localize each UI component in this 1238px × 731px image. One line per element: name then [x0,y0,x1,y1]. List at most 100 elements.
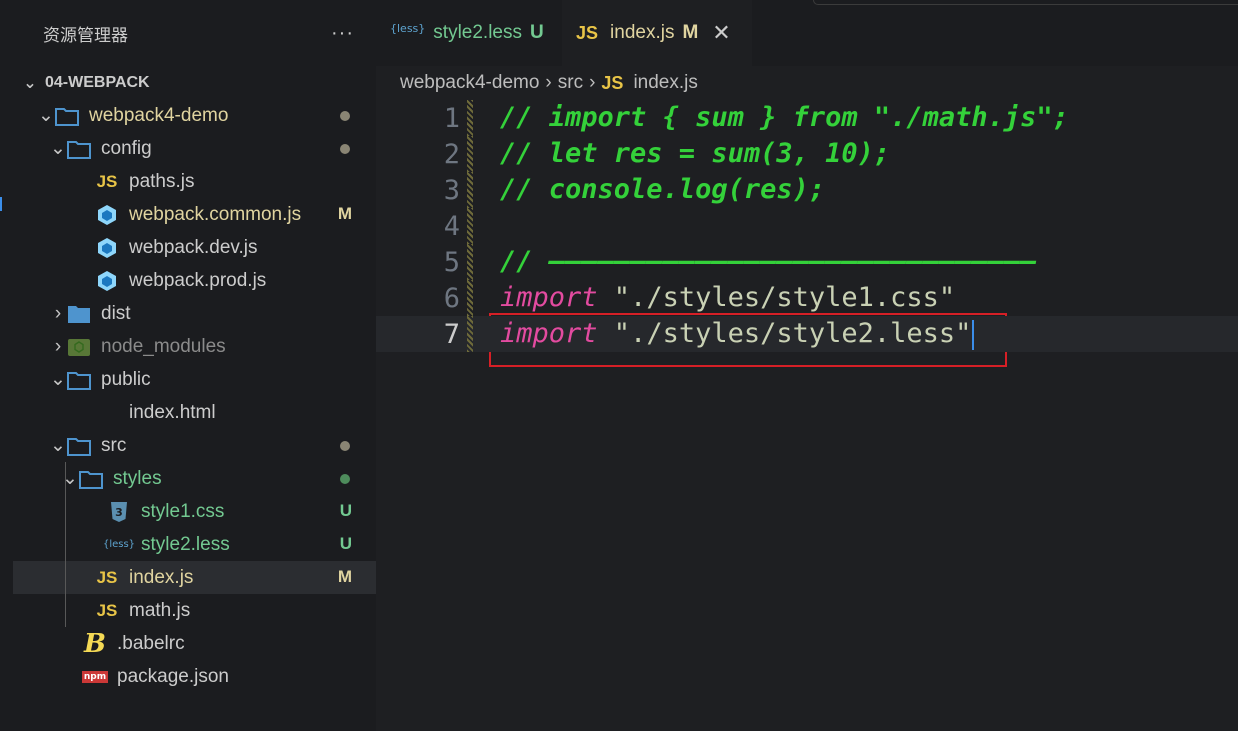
explorer-root[interactable]: ⌄ 04-WEBPACK [13,66,376,99]
npm-icon: npm [81,670,109,683]
tree-item[interactable]: ⌄ src [13,429,376,462]
tree-item[interactable]: webpack.common.js M [13,198,376,231]
line-content: // import { sum } from "./math.js"; [500,100,1069,136]
folder-icon [55,105,79,127]
tree-item[interactable]: ⌄ config [13,132,376,165]
line-number: 7 [443,318,460,350]
tree-item[interactable]: webpack.prod.js [13,264,376,297]
modified-dot [340,144,350,154]
file-tree: ⌄ 04-WEBPACK ⌄ webpack4-demo ⌄ config JS paths.… [13,66,376,693]
text-cursor [972,319,975,350]
string-token: "./styles/style1.css" [597,282,956,313]
comment-token: // import { sum } from "./math.js"; [500,102,1069,133]
js-icon: JS [601,72,624,93]
code-line[interactable]: 2 // let res = sum(3, 10); [376,136,1238,172]
close-icon[interactable]: ✕ [712,20,730,46]
webpack-icon [95,270,119,292]
line-number: 5 [443,246,460,278]
css-icon: 3 [107,501,131,523]
js-icon: JS [96,567,118,587]
comment-token: // console.log(res); [500,174,826,205]
tree-item-label: index.js [129,566,194,588]
status-badge: M [337,204,352,223]
more-actions-icon[interactable]: ··· [331,22,354,45]
folder-icon [67,369,91,391]
gutter-change-marker [467,172,473,208]
tree-item[interactable]: ⌄ styles [13,462,376,495]
chevron-right-icon: › [545,72,552,93]
tree-item-label: paths.js [129,170,195,192]
comment-token: // —————————————————————————————— [500,246,1037,277]
explorer-sidebar: 资源管理器 ··· ⌄ 04-WEBPACK ⌄ webpack4-demo ⌄ conf… [13,0,376,731]
code-editor[interactable]: 1 // import { sum } from "./math.js"; 2 // … [376,100,1238,367]
tree-item[interactable]: › node_modules [13,330,376,363]
chevron-down-icon: ⌄ [62,468,78,489]
chevron-down-icon: ⌄ [50,138,66,159]
line-number: 6 [443,282,460,314]
tab-status-badge: M [682,22,699,43]
line-number: 3 [443,174,460,206]
breadcrumb-item[interactable]: webpack4-demo [400,72,539,94]
node-folder-icon [67,336,91,358]
js-icon: JS [576,22,599,43]
code-line[interactable]: 4 [376,208,1238,244]
tree-item-label: node_modules [101,335,226,357]
tree-item-label: styles [113,467,162,489]
tree-item[interactable]: JS paths.js [13,165,376,198]
chevron-right-icon: › [54,302,62,324]
folder-icon [67,435,91,457]
tree-item[interactable]: 3 style1.css U [13,495,376,528]
tree-item-label: webpack.common.js [129,203,302,225]
html-icon [95,402,119,424]
tab-bar: {less} style2.less U JS index.js M ✕ [376,0,1238,66]
code-line[interactable]: 7 import "./styles/style2.less" [376,316,1238,352]
explorer-title: 资源管理器 [43,25,128,45]
tree-item[interactable]: index.html [13,396,376,429]
code-line[interactable]: 3 // console.log(res); [376,172,1238,208]
gutter-change-marker [467,316,473,352]
line-number: 1 [443,102,460,134]
tab-label: style2.less [433,22,522,43]
tree-item[interactable]: npm package.json [13,660,376,693]
less-icon: {less} [102,539,136,550]
tab-index-js[interactable]: JS index.js M ✕ [562,0,752,66]
webpack-icon [95,204,119,226]
breadcrumb-item[interactable]: src [558,72,583,94]
gutter-change-marker [467,100,473,136]
folder-icon [67,138,91,160]
folder-icon [67,303,91,325]
tree-item[interactable]: JS math.js [13,594,376,627]
keyword-token: import [500,318,598,349]
chevron-down-icon: ⌄ [50,369,66,390]
tree-item[interactable]: ⌄ webpack4-demo [13,99,376,132]
line-number: 4 [443,210,460,242]
tree-item[interactable]: {less} style2.less U [13,528,376,561]
tree-item[interactable]: webpack.dev.js [13,231,376,264]
line-content: // let res = sum(3, 10); [500,136,890,172]
chevron-down-icon: ⌄ [50,435,66,456]
tree-item[interactable]: JS index.js M [13,561,376,594]
babel-icon: B [84,628,106,659]
gutter-change-marker [467,136,473,172]
tree-item-label: webpack4-demo [89,104,229,126]
untracked-dot [340,474,350,484]
status-badge: M [337,567,352,586]
activity-indicator [0,197,2,211]
title-bar-edge [813,0,1238,5]
tree-item[interactable]: › dist [13,297,376,330]
code-line[interactable]: 5 // —————————————————————————————— [376,244,1238,280]
tree-item[interactable]: B .babelrc [13,627,376,660]
code-line[interactable]: 1 // import { sum } from "./math.js"; [376,100,1238,136]
string-token: "./styles/style2.less" [597,318,972,349]
line-content: // —————————————————————————————— [500,244,1036,280]
tree-item-label: package.json [117,665,229,687]
code-line[interactable]: 6 import "./styles/style1.css" [376,280,1238,316]
indent-guide [65,462,66,627]
tab-style2-less[interactable]: {less} style2.less U [376,0,562,66]
tree-item[interactable]: ⌄ public [13,363,376,396]
breadcrumb-item[interactable]: index.js [633,72,697,94]
tree-item-label: src [101,434,127,456]
svg-text:3: 3 [115,506,123,519]
tree-item-label: config [101,137,152,159]
tree-item-label: dist [101,302,131,324]
